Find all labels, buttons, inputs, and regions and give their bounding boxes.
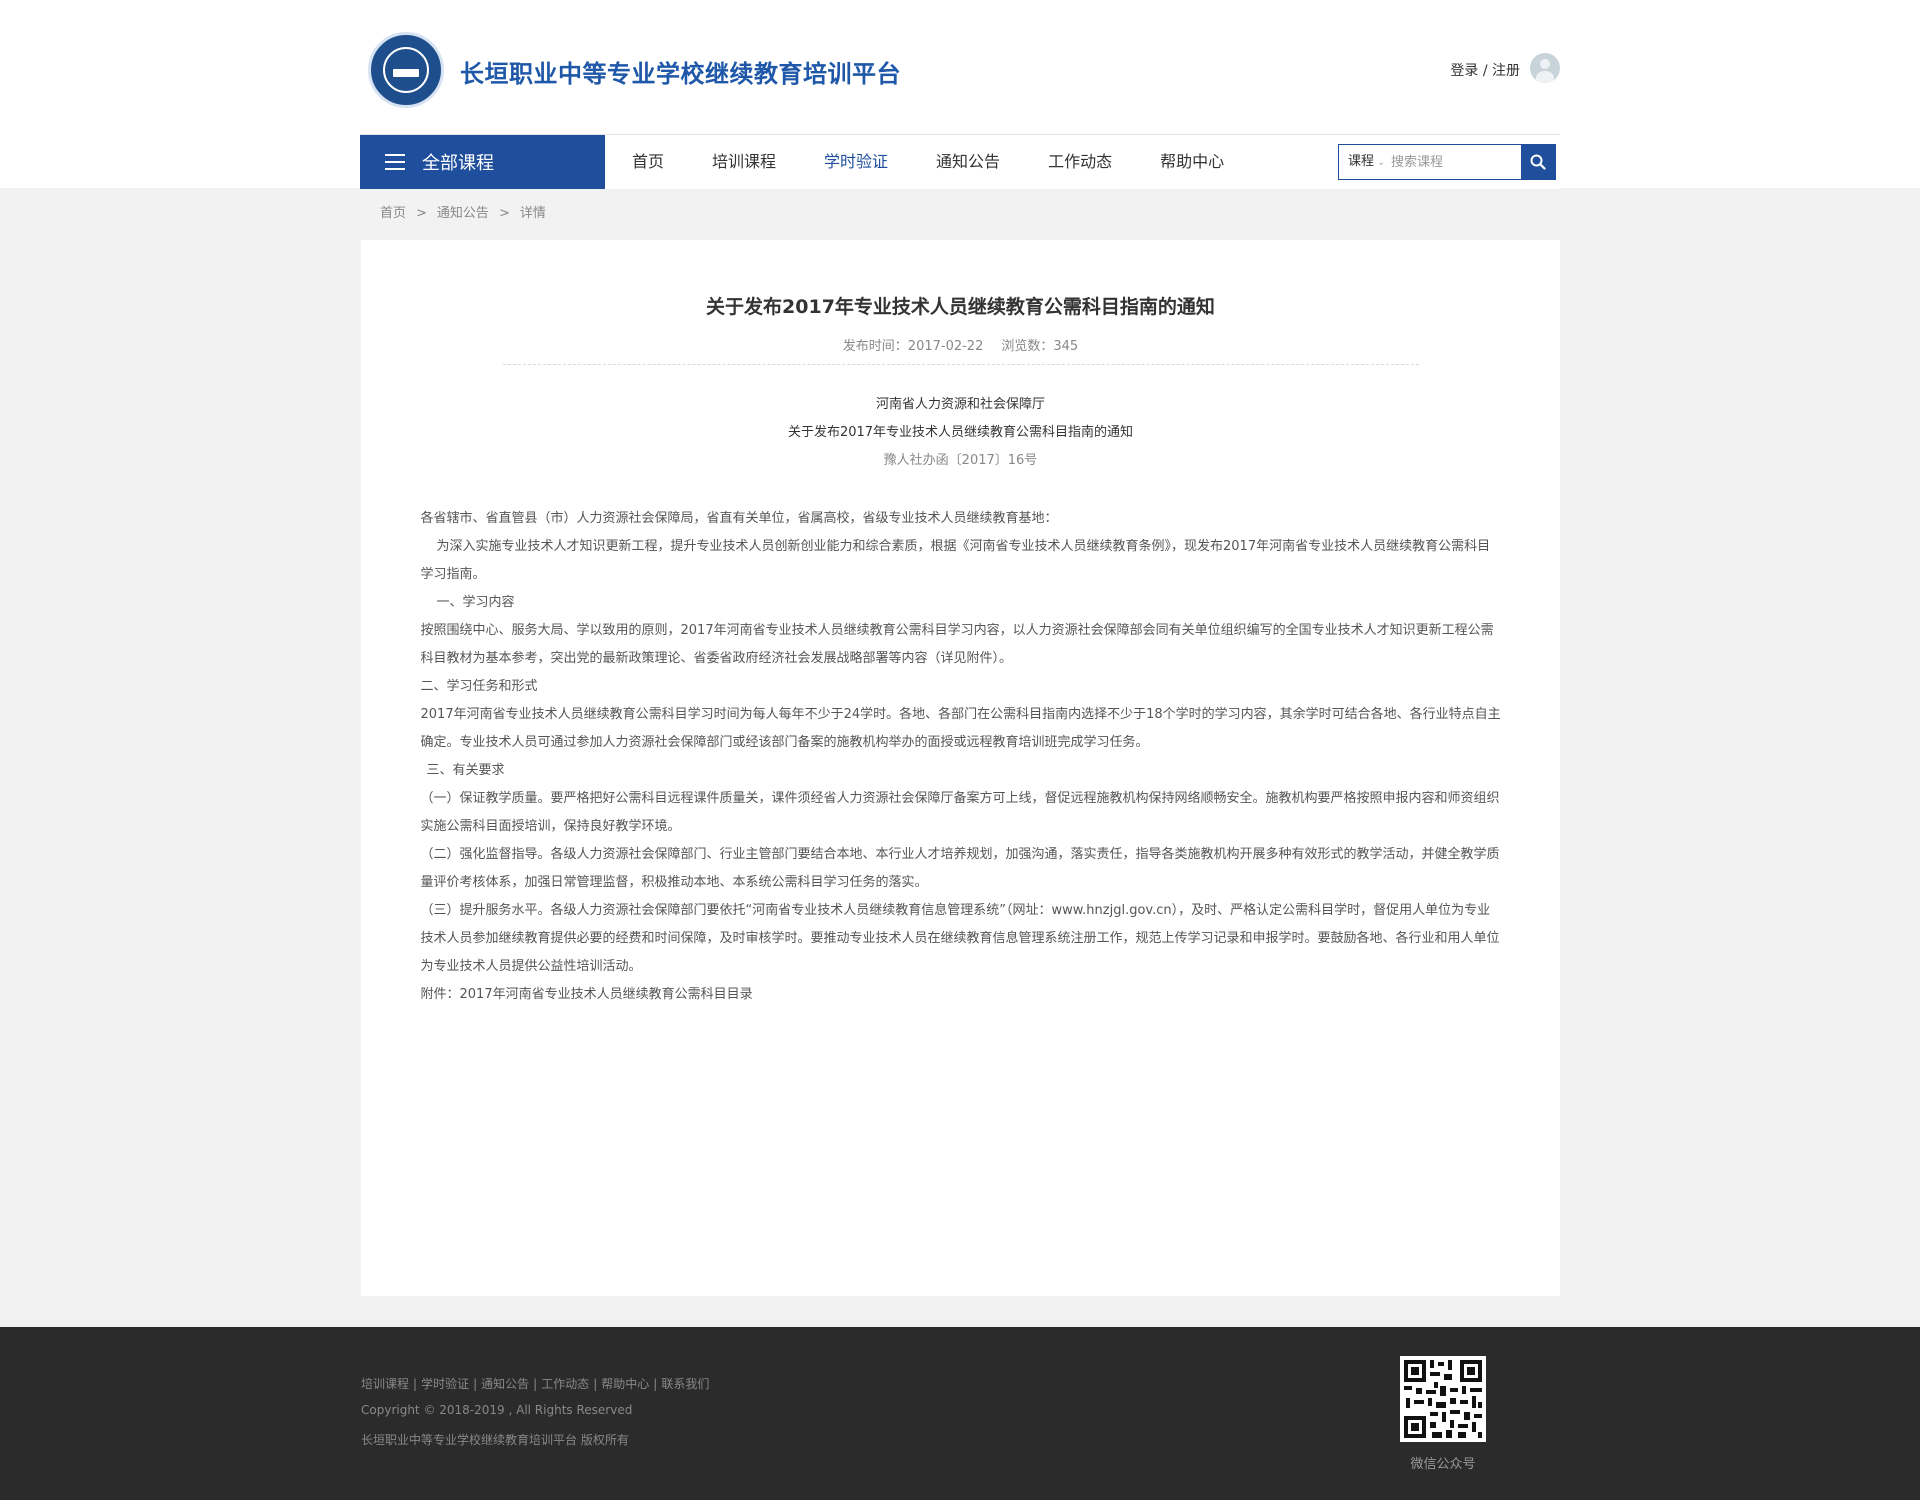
all-courses-button[interactable]: 全部课程: [360, 135, 605, 189]
article-body: 各省辖市、省直管县（市）人力资源社会保障局，省直有关单位，省属高校，省级专业技术…: [419, 505, 1503, 1009]
breadcrumb-separator: >: [498, 206, 510, 221]
breadcrumb-current: 详情: [519, 206, 546, 221]
user-avatar-icon[interactable]: [1530, 53, 1560, 83]
footer-separator: |: [653, 1377, 658, 1391]
search-box: 课程 ⌄: [1338, 144, 1556, 180]
section-heading: 二、学习任务和形式: [420, 679, 538, 694]
breadcrumb-notices[interactable]: 通知公告: [437, 206, 489, 221]
footer-separator: |: [533, 1377, 538, 1391]
footer-link-contact[interactable]: 联系我们: [661, 1377, 709, 1391]
footer-links: 培训课程 | 学时验证 | 通知公告 | 工作动态 | 帮助中心 | 联系我们: [361, 1375, 709, 1392]
copyright: Copyright © 2018-2019 , All Rights Reser…: [361, 1403, 633, 1417]
footer-link-courses[interactable]: 培训课程: [361, 1377, 409, 1391]
paragraph: 为深入实施专业技术人才知识更新工程，提升专业技术人员创新创业能力和综合素质，根据…: [420, 539, 1491, 582]
document-number: 豫人社办函〔2017〕16号: [883, 453, 1038, 468]
top-bar: 长垣职业中等专业学校继续教育培训平台 登录 / 注册: [360, 0, 1560, 134]
article-meta: 发布时间：2017-02-22 浏览数：345: [361, 335, 1560, 354]
article-panel: 关于发布2017年专业技术人员继续教育公需科目指南的通知 发布时间：2017-0…: [361, 240, 1560, 1296]
search-button[interactable]: [1521, 145, 1555, 179]
footer-link-hours-verify[interactable]: 学时验证: [421, 1377, 469, 1391]
issuer: 河南省人力资源和社会保障厅: [875, 397, 1045, 412]
breadcrumb-home[interactable]: 首页: [380, 206, 406, 221]
all-courses-label: 全部课程: [422, 153, 494, 174]
search-type-label: 课程: [1348, 154, 1375, 169]
footer-separator: |: [473, 1377, 478, 1391]
section-heading: 三、有关要求: [426, 763, 505, 778]
view-count: 浏览数：345: [1001, 339, 1079, 354]
nav-items: 首页 培训课程 学时验证 通知公告 工作动态 帮助中心: [608, 135, 1248, 189]
section-heading: 一、学习内容: [436, 595, 515, 610]
paragraph: 按照围绕中心、服务大局、学以致用的原则，2017年河南省专业技术人员继续教育公需…: [420, 623, 1494, 666]
nav-item-help[interactable]: 帮助中心: [1136, 135, 1248, 189]
paragraph: （二）强化监督指导。各级人力资源社会保障部门、行业主管部门要结合本地、本行业人才…: [420, 847, 1500, 890]
nav-item-notices[interactable]: 通知公告: [912, 135, 1024, 189]
main-container: 首页 > 通知公告 > 详情 关于发布2017年专业技术人员继续教育公需科目指南的通知 …: [360, 188, 1560, 1296]
footer-separator: |: [593, 1377, 598, 1391]
qr-code-icon: [1400, 1356, 1486, 1442]
paragraph: 2017年河南省专业技术人员继续教育公需科目学习时间为每人每年不少于24学时。各…: [420, 707, 1501, 750]
school-logo-icon[interactable]: [368, 32, 444, 108]
nav-item-home[interactable]: 首页: [608, 135, 688, 189]
breadcrumb: 首页 > 通知公告 > 详情: [360, 188, 1560, 240]
site-title[interactable]: 长垣职业中等专业学校继续教育培训平台: [460, 54, 901, 89]
main-nav: 全部课程 首页 培训课程 学时验证 通知公告 工作动态 帮助中心 课程 ⌄: [360, 134, 1560, 189]
nav-item-courses[interactable]: 培训课程: [688, 135, 800, 189]
header: 长垣职业中等专业学校继续教育培训平台 登录 / 注册 全部课程 首页 培训课程 …: [0, 0, 1920, 189]
article-title: 关于发布2017年专业技术人员继续教育公需科目指南的通知: [706, 296, 1215, 318]
menu-icon: [385, 154, 405, 170]
header-container: 长垣职业中等专业学校继续教育培训平台 登录 / 注册 全部课程 首页 培训课程 …: [360, 0, 1560, 189]
attachment-link[interactable]: 附件：2017年河南省专业技术人员继续教育公需科目目录: [421, 981, 1503, 1009]
paragraph: （三）提升服务水平。各级人力资源社会保障部门要依托“河南省专业技术人员继续教育信…: [420, 903, 1500, 974]
search-input[interactable]: [1391, 145, 1509, 179]
qr-code: [1400, 1356, 1486, 1442]
footer-link-help[interactable]: 帮助中心: [601, 1377, 649, 1391]
chevron-down-icon: ⌄: [1377, 157, 1386, 168]
footer: 培训课程 | 学时验证 | 通知公告 | 工作动态 | 帮助中心 | 联系我们 Copyright …: [0, 1327, 1920, 1500]
search-type-select[interactable]: 课程 ⌄: [1339, 145, 1391, 179]
paragraph: （一）保证教学质量。要严格把好公需科目远程课件质量关，课件须经省人力资源社会保障…: [420, 791, 1500, 834]
breadcrumb-separator: >: [416, 206, 427, 221]
publish-time: 发布时间：2017-02-22: [842, 339, 984, 354]
rights-notice: 长垣职业中等专业学校继续教育培训平台 版权所有: [361, 1433, 629, 1447]
paragraph: 各省辖市、省直管县（市）人力资源社会保障局，省直有关单位，省属高校，省级专业技术…: [420, 511, 1058, 526]
footer-link-notices[interactable]: 通知公告: [481, 1377, 529, 1391]
nav-item-hours-verify[interactable]: 学时验证: [800, 135, 912, 189]
footer-link-news[interactable]: 工作动态: [541, 1377, 589, 1391]
divider: [502, 364, 1419, 365]
document-title: 关于发布2017年专业技术人员继续教育公需科目指南的通知: [787, 425, 1134, 440]
search-icon: [1530, 154, 1546, 170]
qr-code-label: 微信公众号: [1410, 1457, 1476, 1472]
document-header: 河南省人力资源和社会保障厅 关于发布2017年专业技术人员继续教育公需科目指南的…: [361, 391, 1560, 475]
login-register-link[interactable]: 登录 / 注册: [1450, 60, 1520, 80]
footer-separator: |: [413, 1377, 418, 1391]
nav-item-news[interactable]: 工作动态: [1024, 135, 1136, 189]
